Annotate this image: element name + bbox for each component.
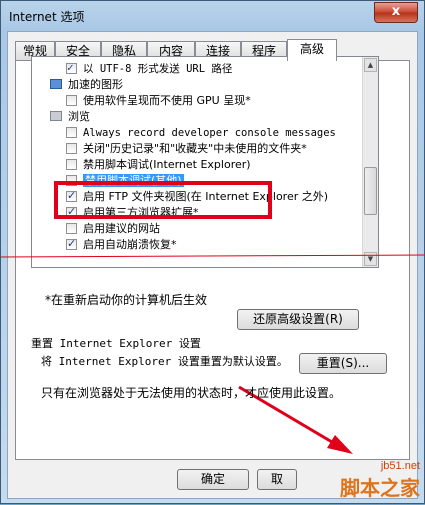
watermark-site: jb51.net [380,460,420,472]
checkbox[interactable] [66,175,77,186]
restore-advanced-button[interactable]: 还原高级设置(R) [237,309,359,330]
list-category: 浏览 [50,109,90,125]
watermark-name: 脚本之家 [340,476,420,500]
checkbox[interactable] [66,159,77,170]
reset-button[interactable]: 重置(S)... [299,353,387,374]
title-bar[interactable]: Internet 选项 x [1,1,424,31]
list-item[interactable]: 以 UTF-8 形式发送 URL 路径 [66,60,232,77]
scroll-down-icon[interactable]: ▼ [364,252,377,266]
checkbox[interactable] [66,236,77,252]
settings-list[interactable]: 以 UTF-8 形式发送 URL 路径 加速的图形 使用软件呈现而不使用 GPU… [31,56,379,268]
checkbox[interactable] [66,223,77,234]
reset-group-label: 重置 Internet Explorer 设置 [31,337,201,350]
browsing-category-icon [50,111,62,121]
list-item[interactable]: 启用第三方浏览器扩展* [66,204,199,221]
site-watermark: jb51.net 脚本之家 [340,460,420,501]
list-item[interactable]: 禁用脚本调试(Internet Explorer) [66,157,251,173]
checkbox[interactable] [66,95,77,106]
ok-button[interactable]: 确定 [177,469,249,490]
tab-advanced[interactable]: 高级 [287,39,337,61]
graphics-category-icon [50,79,62,89]
list-item[interactable]: 启用建议的网站 [66,221,160,237]
close-button[interactable]: x [374,2,418,23]
checkbox[interactable] [66,127,77,138]
checkbox[interactable] [66,188,77,204]
reset-description: 将 Internet Explorer 设置重置为默认设置。 [41,355,288,368]
checkbox[interactable] [66,143,77,154]
list-item[interactable]: 启用 FTP 文件夹视图(在 Internet Explorer 之外) [66,188,328,205]
list-category: 加速的图形 [50,77,123,93]
list-item[interactable]: 启用自动崩溃恢复* [66,236,177,253]
list-item[interactable]: Always record developer console messages [66,125,336,141]
window-title: Internet 选项 [9,10,85,24]
list-item-selected[interactable]: 禁用脚本调试(其他) [66,173,184,189]
checkbox[interactable] [66,60,77,76]
list-item[interactable]: 关闭"历史记录"和"收藏夹"中未使用的文件夹* [66,141,307,157]
reset-note: 只有在浏览器处于无法使用的状态时，才应使用此设置。 [41,386,342,400]
list-item[interactable]: 使用软件呈现而不使用 GPU 呈现* [66,93,251,109]
scroll-thumb[interactable] [364,167,377,215]
restart-note: *在重新启动你的计算机后生效 [45,293,208,307]
list-scrollbar[interactable]: ▲ ▼ [362,57,378,267]
scroll-up-icon[interactable]: ▲ [364,58,377,72]
cancel-button[interactable]: 取 [257,469,297,490]
checkbox[interactable] [66,204,77,220]
internet-options-window: Internet 选项 x 常规 安全 隐私 内容 连接 程序 高级 设置 以 … [0,0,425,504]
